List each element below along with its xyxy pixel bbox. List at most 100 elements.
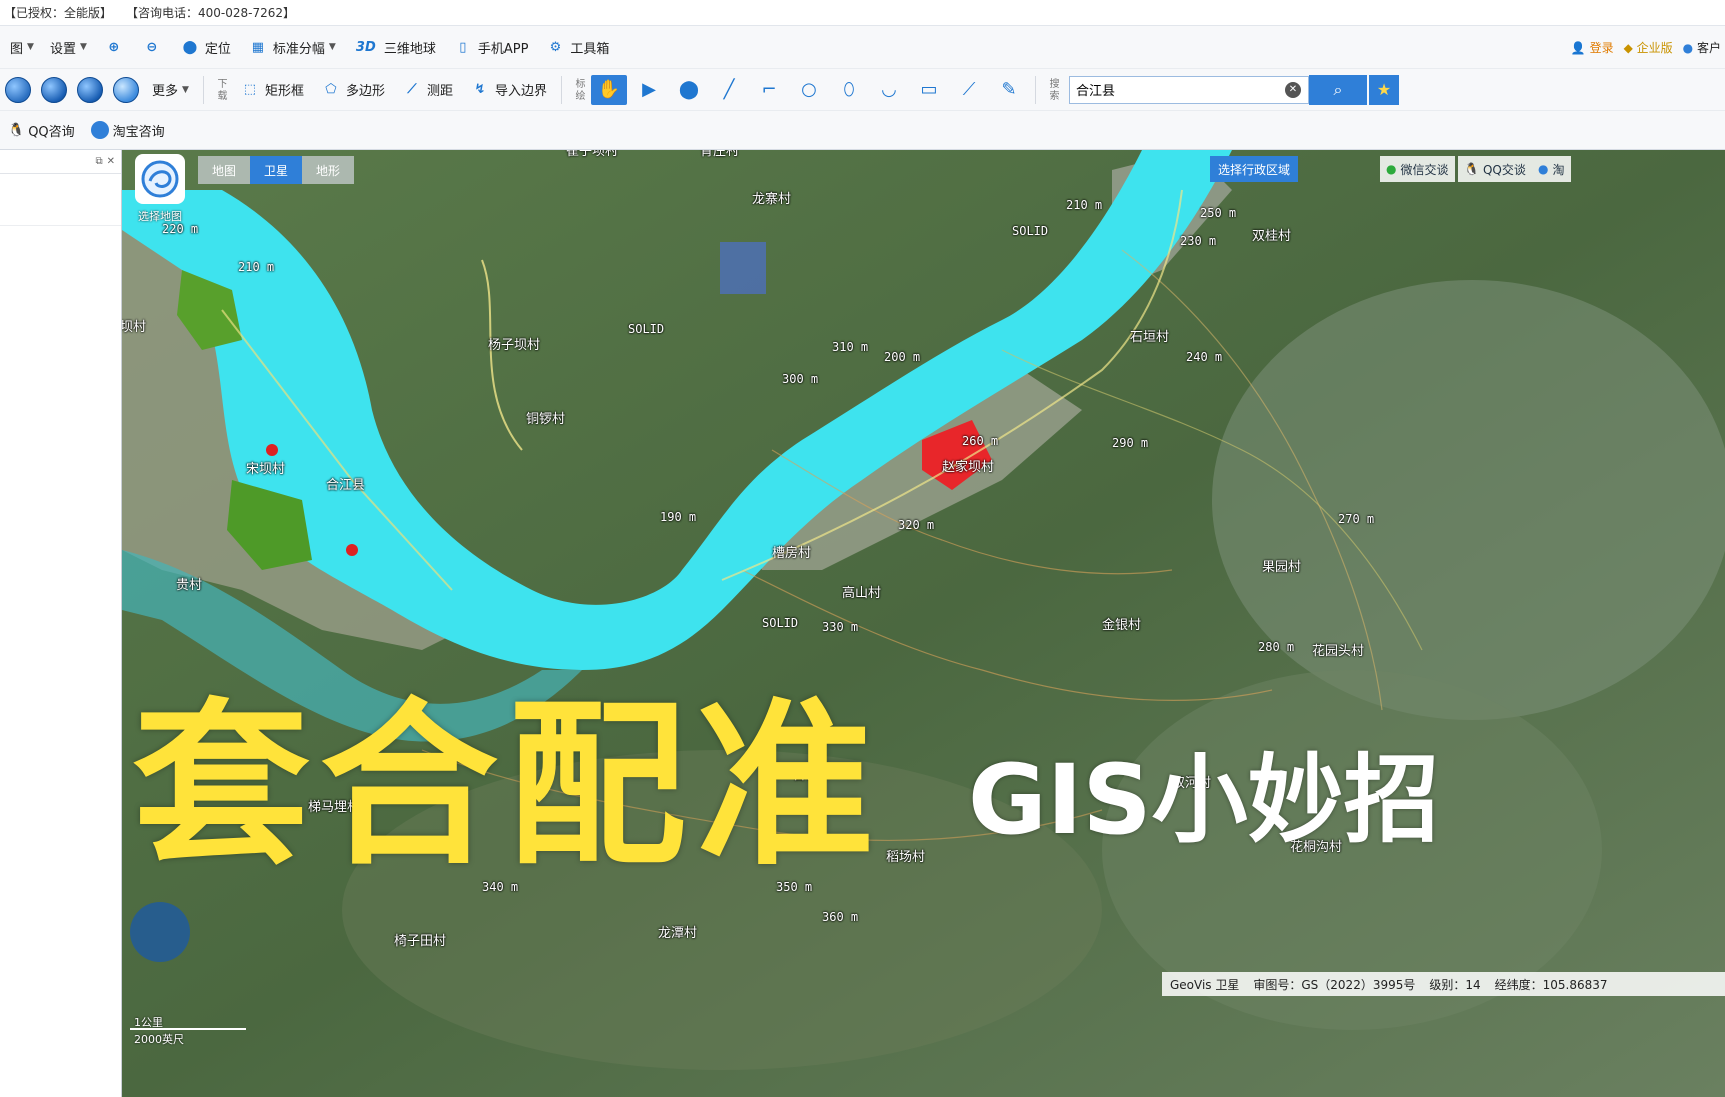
import-boundary-button[interactable]: ↯ 导入边界 — [461, 74, 555, 106]
taobao-label: 淘宝咨询 — [112, 124, 165, 140]
solid-label: SOLID — [628, 322, 665, 336]
marker-icon[interactable]: ⬤ — [671, 75, 707, 105]
zoom-in-button[interactable]: ⊕ — [95, 31, 133, 63]
search-button[interactable]: ⌕ — [1309, 74, 1367, 105]
elevation-label: 310 m — [832, 340, 869, 354]
grid-icon: ▦ — [251, 39, 265, 55]
location-pin-icon: ⬤ — [182, 39, 198, 55]
separator — [202, 75, 204, 104]
qq-icon: 🐧 — [1464, 162, 1479, 176]
elevation-label: 300 m — [782, 372, 819, 386]
rectangle-select-icon: ⬚ — [243, 82, 257, 97]
village-label: 宋坝村 — [246, 462, 286, 477]
polygon-icon: ⬠ — [325, 82, 337, 97]
wechat-icon: ● — [1386, 162, 1397, 176]
close-icon[interactable]: ✕ — [107, 156, 115, 167]
edit-icon[interactable]: ✎ — [991, 75, 1027, 105]
toolbox-label: 工具箱 — [570, 41, 610, 57]
qq-label: QQ咨询 — [28, 124, 75, 140]
qqchat-label: QQ交谈 — [1482, 162, 1526, 177]
village-label: 铜锣村 — [526, 412, 566, 427]
toolbox-button[interactable]: ⚙ 工具箱 — [536, 31, 617, 63]
map-status-bar: GeoVis 卫星 审图号：GS（2022）3995号 级别：14 经纬度：10… — [1162, 972, 1725, 996]
grid-button[interactable]: ▦ 标准分幅 ▼ — [239, 31, 344, 63]
more-label: 更多 — [152, 84, 179, 99]
globe-icon[interactable] — [5, 76, 31, 103]
tab-satellite[interactable]: 卫星 — [250, 156, 302, 184]
scale-line — [130, 1028, 246, 1030]
wechat-button[interactable]: ● 微信交谈 — [1380, 156, 1455, 182]
polygon-select-button[interactable]: ⬠ 多边形 — [312, 74, 393, 106]
license-text: 【已授权：全能版】 — [4, 6, 113, 20]
globe-icon[interactable] — [77, 76, 103, 103]
favorite-star-icon[interactable]: ★ — [1369, 74, 1399, 105]
3d-icon: 3D — [355, 39, 376, 55]
village-label: 赵家坝村 — [942, 460, 995, 475]
enterprise-label: 企业版 — [1636, 40, 1673, 55]
village-label: 杨子坝村 — [488, 338, 541, 353]
customer-button[interactable]: ● 客户 — [1683, 39, 1721, 56]
village-label: 贵村 — [176, 578, 203, 593]
chevron-down-icon: ▼ — [328, 42, 336, 52]
map-selector[interactable]: 选择地图 — [130, 154, 190, 230]
login-button[interactable]: 👤 登录 — [1571, 39, 1614, 56]
qq-icon: 🐧 — [8, 122, 25, 138]
account-area: 👤 登录 ◆ 企业版 ● 客户 — [1571, 26, 1725, 68]
globe-icon[interactable] — [41, 76, 67, 103]
app-window: 【已授权：全能版】 【咨询电话：400-028-7262】 图 ▼ 设置 ▼ ⊕ ⊖… — [0, 0, 1725, 1097]
elevation-label: 250 m — [1200, 206, 1237, 220]
locate-button[interactable]: ⬤ 定位 — [171, 31, 239, 63]
taobao-consult-button[interactable]: 淘宝咨询 — [83, 114, 173, 146]
zoom-level: 级别：14 — [1429, 977, 1481, 992]
village-label: 龙寨村 — [752, 192, 792, 207]
extra-chat-button[interactable]: ● 淘 — [1532, 156, 1571, 182]
globe-icon[interactable] — [113, 76, 139, 103]
search-input[interactable] — [1069, 75, 1309, 104]
ellipse-icon[interactable]: ⬯ — [831, 75, 867, 105]
ruler-icon[interactable]: ⟋ — [951, 75, 987, 105]
elevation-label: 210 m — [238, 260, 275, 274]
float-icon[interactable]: ⧉ — [95, 156, 102, 167]
customer-label: 客户 — [1696, 40, 1721, 55]
pan-hand-icon[interactable]: ✋ — [591, 74, 627, 105]
village-label: 金银村 — [1102, 618, 1142, 633]
elevation-label: 210 m — [1066, 198, 1103, 212]
clear-icon[interactable]: ✕ — [1285, 81, 1301, 98]
elevation-label: 200 m — [884, 350, 921, 364]
measure-button[interactable]: ⟋ 测距 — [393, 74, 461, 106]
user-icon: 👤 — [1570, 40, 1586, 55]
elevation-label: 230 m — [1180, 234, 1217, 248]
globe3d-button[interactable]: 3D 三维地球 — [344, 31, 444, 63]
polyline-icon[interactable]: ⌐ — [751, 75, 787, 105]
rectangle-icon[interactable]: ▭ — [911, 75, 947, 105]
buy-icon: ● — [1682, 40, 1694, 55]
polygon-label: 多边形 — [345, 84, 385, 99]
qq-chat-button[interactable]: 🐧 QQ交谈 — [1458, 156, 1532, 182]
curve-icon[interactable]: ◡ — [871, 75, 907, 105]
zoom-out-button[interactable]: ⊖ — [133, 31, 171, 63]
village-label: 石垣村 — [1130, 330, 1170, 345]
more-button[interactable]: 更多 ▼ — [144, 74, 197, 106]
left-panel-header: ⧉ ✕ — [0, 150, 121, 174]
enterprise-button[interactable]: ◆ 企业版 — [1624, 39, 1673, 56]
draw-group-label: 标绘 — [573, 77, 584, 102]
elevation-label: 290 m — [1112, 436, 1149, 450]
map-view[interactable]: 选择地图 地图 卫星 地形 选择行政区域 ● 微信交谈 🐧 QQ交谈 ● 淘 青庄村 … — [122, 150, 1725, 1097]
line-icon[interactable]: ╱ — [711, 75, 747, 105]
qq-consult-button[interactable]: 🐧 QQ咨询 — [0, 114, 83, 146]
menu-map-label: 图 — [10, 41, 24, 57]
menu-map[interactable]: 图 ▼ — [2, 31, 42, 63]
settings-menu[interactable]: 设置 ▼ — [42, 31, 95, 63]
search-group-label: 搜索 — [1047, 77, 1058, 102]
region-select-button[interactable]: 选择行政区域 — [1210, 156, 1299, 182]
diamond-icon: ◆ — [1623, 40, 1633, 55]
circle-icon[interactable]: ○ — [791, 75, 827, 105]
mobile-app-button[interactable]: ▯ 手机APP — [444, 31, 537, 63]
pointer-icon[interactable]: ▶ — [631, 75, 667, 105]
rect-select-button[interactable]: ⬚ 矩形框 — [231, 74, 312, 106]
tab-map[interactable]: 地图 — [198, 156, 250, 184]
village-label: 稻场村 — [886, 850, 926, 865]
ruler-icon: ⟋ — [407, 82, 417, 97]
tab-terrain[interactable]: 地形 — [302, 156, 354, 184]
overlay-subtitle: GIS小妙招 — [968, 744, 1440, 856]
